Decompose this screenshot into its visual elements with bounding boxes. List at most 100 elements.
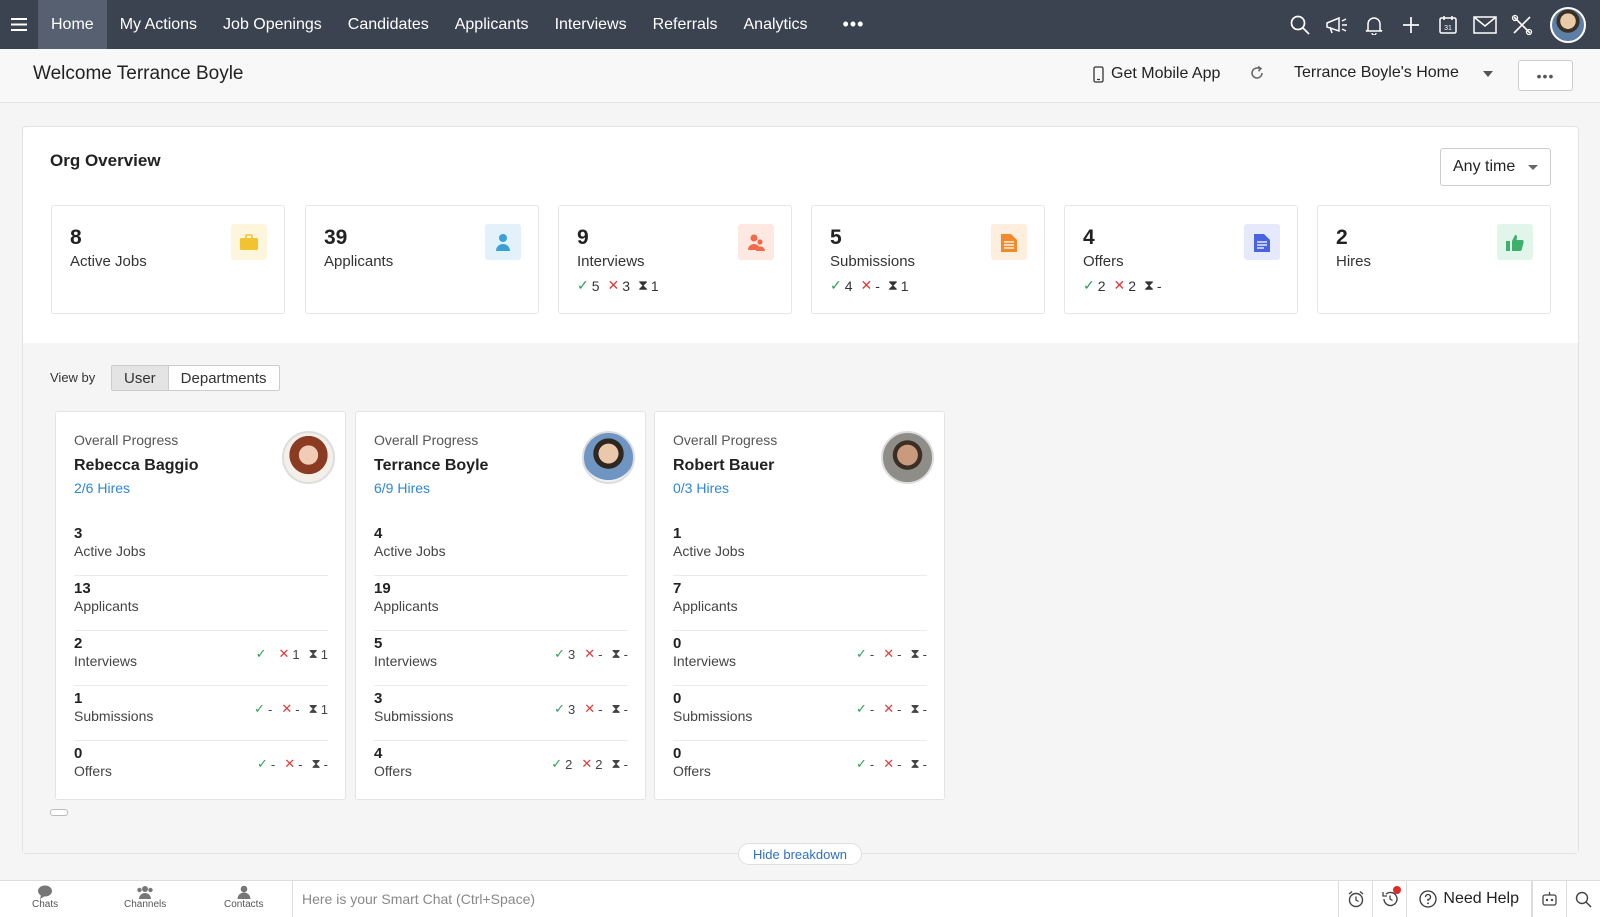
pending-count: - [922,701,927,717]
alarm-clock-icon[interactable] [1338,881,1372,917]
hires-link[interactable]: 2/6 Hires [74,480,130,496]
metric-row: 0 Submissions ✓ - ✕ - ⧗ - [673,686,927,741]
hourglass-icon: ⧗ [308,701,318,716]
check-count: 5 [591,277,600,294]
metric-breakdown: ✓ 2 ✕ 2 ⧗ - [551,756,628,772]
history-icon[interactable] [1372,881,1406,917]
nav-tab-applicants[interactable]: Applicants [442,0,542,49]
check-count: 2 [565,756,573,772]
chevron-down-icon [1528,165,1538,170]
bell-icon[interactable] [1355,0,1392,49]
contacts-button[interactable]: Contacts [224,885,263,910]
chevron-down-icon[interactable] [1483,71,1493,77]
stat-card-offers[interactable]: 4 Offers ✓ 2 ✕ 2 ⧗ - [1064,205,1298,314]
smart-chat-input[interactable]: Here is your Smart Chat (Ctrl+Space) [292,881,1342,917]
hires-link[interactable]: 6/9 Hires [374,480,430,496]
notification-dot [1393,886,1402,894]
check-icon: ✓ [856,701,867,716]
cross-icon: ✕ [284,756,296,771]
metric-label: Active Jobs [374,543,446,559]
cross-count: - [897,701,902,717]
get-mobile-app-link[interactable]: Get Mobile App [1093,65,1220,83]
chats-button[interactable]: Chats [32,885,58,910]
view-by-toggle: User Departments [111,365,280,391]
user-name: Terrance Boyle [374,457,489,474]
nav-tab-referrals[interactable]: Referrals [640,0,731,49]
contacts-icon [237,885,251,899]
view-by-label: View by [50,370,96,385]
hourglass-icon: ⧗ [638,277,648,293]
metric-value: 0 [673,690,682,707]
nav-tab-candidates[interactable]: Candidates [335,0,442,49]
user-progress-card: Overall Progress Terrance Boyle 6/9 Hire… [355,411,646,800]
refresh-icon[interactable] [1249,65,1265,86]
stat-card-applicants[interactable]: 39 Applicants [305,205,539,314]
stat-card-active-jobs[interactable]: 8 Active Jobs [51,205,285,314]
check-count: 3 [568,701,576,717]
calendar-icon[interactable]: 31 [1429,0,1466,49]
megaphone-icon[interactable] [1318,0,1355,49]
view-by-departments-button[interactable]: Departments [167,366,279,390]
check-icon: ✓ [830,277,842,293]
user-name: Robert Bauer [673,457,775,474]
pending-count: 1 [320,646,328,662]
avatar [881,431,934,484]
user-avatar[interactable] [1550,6,1586,43]
hires-link[interactable]: 0/3 Hires [673,480,729,496]
check-icon: ✓ [856,646,867,661]
metric-row: 4 Offers ✓ 2 ✕ 2 ⧗ - [374,741,628,796]
search-icon[interactable] [1281,0,1318,49]
hourglass-icon: ⧗ [910,701,920,716]
plus-icon[interactable] [1392,0,1429,49]
pending-count: - [623,756,628,772]
stat-card-interviews[interactable]: 9 Interviews ✓ 5 ✕ 3 ⧗ 1 [558,205,792,314]
chat-icon [38,885,53,899]
hamburger-menu-icon[interactable] [0,0,38,49]
need-help-button[interactable]: Need Help [1406,881,1532,917]
stat-value: 5 [830,226,842,249]
more-options-button[interactable]: ••• [1518,60,1573,91]
cross-count: - [298,756,303,772]
nav-tab-interviews[interactable]: Interviews [542,0,640,49]
view-by-user-button[interactable]: User [112,366,168,390]
carousel-indicator[interactable] [50,809,68,816]
home-view-select[interactable]: Terrance Boyle's Home [1294,64,1459,82]
nav-tab-analytics[interactable]: Analytics [731,0,821,49]
tools-icon[interactable] [1503,0,1540,49]
contacts-label: Contacts [224,899,264,910]
stat-card-hires[interactable]: 2 Hires [1317,205,1551,314]
metric-label: Submissions [673,708,753,724]
nav-tab-home[interactable]: Home [38,0,107,49]
metric-breakdown: ✓ - ✕ - ⧗ - [257,756,328,772]
hide-breakdown-button[interactable]: Hide breakdown [738,843,862,865]
channels-button[interactable]: Channels [124,885,166,910]
metric-breakdown: ✓ - ✕ - ⧗ - [856,701,927,717]
need-help-label: Need Help [1443,890,1519,907]
hourglass-icon: ⧗ [308,646,318,661]
thumbs-up-icon [1497,224,1533,260]
bot-icon[interactable] [1532,881,1566,917]
offer-doc-icon [1244,224,1280,260]
check-count: 3 [568,646,576,662]
pending-count: - [922,756,927,772]
check-icon: ✓ [554,646,566,661]
nav-more-button[interactable]: ••• [821,14,887,35]
pending-count: - [623,701,628,717]
overall-progress-label: Overall Progress [673,432,778,448]
cross-count: - [598,701,603,717]
stat-breakdown: ✓ 5 ✕ 3 ⧗ 1 [577,277,659,294]
metric-value: 0 [74,745,83,762]
time-filter-dropdown[interactable]: Any time [1440,148,1551,186]
time-filter-value: Any time [1453,158,1516,175]
nav-tab-job-openings[interactable]: Job Openings [210,0,335,49]
metric-label: Applicants [374,598,439,614]
search-icon[interactable] [1566,881,1600,917]
stat-card-submissions[interactable]: 5 Submissions ✓ 4 ✕ - ⧗ 1 [811,205,1045,314]
metric-breakdown: ✓ - ✕ - ⧗ - [856,756,927,772]
mail-icon[interactable] [1466,0,1503,49]
nav-tab-my-actions[interactable]: My Actions [107,0,210,49]
check-icon: ✓ [554,701,566,716]
metric-value: 0 [673,745,682,762]
cross-count: 3 [622,277,631,294]
cross-count: - [598,646,603,662]
